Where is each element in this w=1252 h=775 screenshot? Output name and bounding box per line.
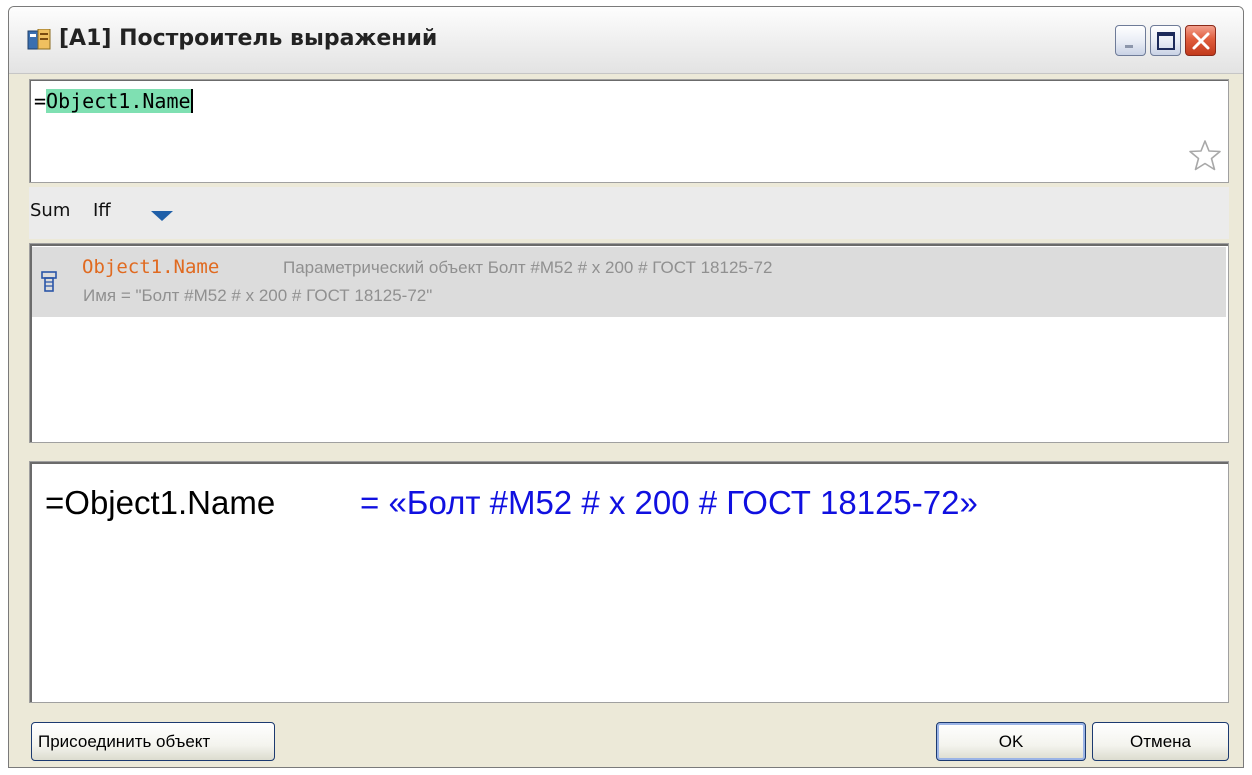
expression-builder-icon [27,29,51,50]
preview-result: = «Болт #M52 # x 200 # ГОСТ 18125-72» [360,484,978,521]
expression-builder-window: [A1] Построитель выражений =Object1.Name [8,6,1244,768]
maximize-button[interactable] [1150,25,1181,56]
list-item[interactable]: Object1.Name Параметрический объект Болт… [32,247,1226,317]
minimize-icon [1125,45,1133,48]
title-bar[interactable]: [A1] Построитель выражений [9,7,1243,74]
close-button[interactable] [1185,25,1216,56]
sum-function-button[interactable]: Sum [30,200,70,221]
preview-pane: =Object1.Name = «Болт #M52 # x 200 # ГОС… [29,461,1229,703]
minimize-button[interactable] [1115,25,1146,56]
ok-button[interactable]: OK [936,722,1086,761]
result-value: Имя = "Болт #M52 # x 200 # ГОСТ 18125-72… [83,286,433,305]
results-list[interactable]: Object1.Name Параметрический объект Болт… [29,243,1229,443]
result-name: Object1.Name [82,256,220,278]
result-description: Параметрический объект Болт #M52 # x 200… [283,258,773,277]
expression-prefix: = [34,89,47,113]
close-icon [1192,32,1210,50]
star-icon[interactable] [1188,138,1222,172]
expression-selection: Object1.Name [46,89,191,113]
expression-editor[interactable]: =Object1.Name [29,79,1229,183]
text-caret [190,89,193,113]
preview-expression: =Object1.Name [45,484,276,521]
attach-object-button[interactable]: Присоединить объект [31,722,275,761]
triangle-down-icon[interactable] [149,209,175,223]
window-title: [A1] Построитель выражений [59,26,438,51]
iff-function-button[interactable]: Iff [93,200,111,221]
expression-line[interactable]: =Object1.Name [34,89,193,113]
function-toolbar: Sum Iff [29,187,1229,239]
maximize-icon [1157,32,1175,50]
cancel-button[interactable]: Отмена [1092,722,1229,761]
bolt-object-icon [41,271,57,292]
